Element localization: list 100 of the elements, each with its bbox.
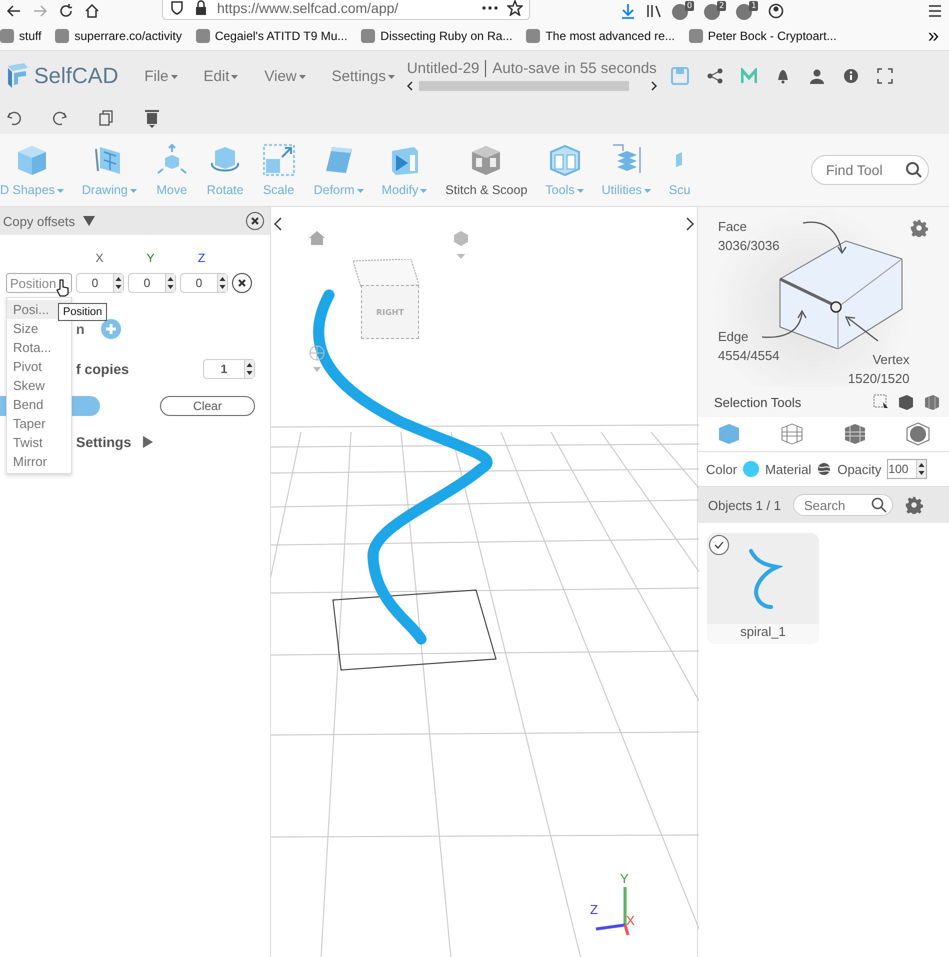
scroll-left-icon[interactable]: [406, 81, 413, 91]
settings-icon[interactable]: [910, 219, 928, 237]
stepper-icon[interactable]: [217, 274, 227, 292]
stepper-icon[interactable]: [113, 274, 123, 292]
vertex-label: Vertex: [872, 351, 910, 369]
bookmark[interactable]: Peter Bock - Cryptoart...: [688, 29, 837, 43]
fullscreen-icon[interactable]: [876, 68, 893, 84]
back-icon[interactable]: [6, 3, 22, 19]
bookmark[interactable]: The most advanced re...: [526, 29, 675, 43]
menu-item[interactable]: File: [144, 68, 178, 84]
clear-button[interactable]: Clear: [160, 396, 255, 416]
face-count: 3036/3036: [718, 237, 780, 255]
share-icon[interactable]: [706, 68, 723, 84]
extension-icon[interactable]: [672, 4, 688, 20]
object-search-field[interactable]: Search: [792, 494, 893, 516]
bookmark[interactable]: stuff: [0, 29, 42, 43]
dropdown-option[interactable]: Mirror: [7, 452, 71, 471]
opacity-field[interactable]: 100: [887, 459, 928, 479]
menu-item[interactable]: Edit: [204, 68, 238, 84]
caret-icon[interactable]: [388, 74, 395, 79]
stepper-icon[interactable]: [165, 274, 175, 292]
edge-label: Edge: [718, 328, 750, 346]
bookmarks-overflow[interactable]: »: [928, 24, 939, 48]
chevron-right-icon[interactable]: [685, 217, 695, 231]
menu-icon[interactable]: [927, 3, 943, 19]
settings-icon[interactable]: [904, 496, 923, 514]
bookmark[interactable]: Dissecting Ruby on Ra...: [361, 29, 512, 43]
offset-field[interactable]: 0: [76, 273, 124, 293]
box-select-icon[interactable]: [873, 394, 889, 410]
scrollbar-thumb[interactable]: [418, 81, 629, 91]
search-icon[interactable]: [905, 161, 923, 179]
dropdown-option[interactable]: Twist: [7, 433, 71, 452]
axis-label: Z: [590, 902, 598, 917]
undo-icon[interactable]: [6, 110, 22, 126]
info-icon[interactable]: [842, 68, 859, 84]
bookmark[interactable]: superrare.co/activity: [55, 29, 182, 43]
stepper-icon[interactable]: [244, 360, 254, 378]
stepper-icon[interactable]: [916, 460, 926, 478]
dropdown-option[interactable]: Pivot: [7, 357, 71, 376]
star-icon[interactable]: [507, 0, 523, 16]
expand-icon[interactable]: [143, 436, 154, 448]
object-card[interactable]: spiral_1: [707, 533, 819, 644]
dropdown-option[interactable]: Skew: [7, 376, 71, 395]
dropdown-option[interactable]: Taper: [7, 414, 71, 433]
home-icon[interactable]: [84, 3, 100, 19]
menu-item[interactable]: View: [264, 68, 306, 84]
copies-label: f copies: [76, 361, 129, 377]
download-icon[interactable]: [620, 3, 636, 19]
edge-count: 4554/4554: [718, 347, 780, 365]
axis-label: Z: [196, 251, 206, 265]
collapse-icon[interactable]: [83, 216, 96, 226]
bookmark[interactable]: Cegaiel's ATITD T9 Mu...: [196, 29, 348, 43]
dropdown-option[interactable]: Rota...: [7, 338, 71, 357]
search-icon[interactable]: [870, 497, 887, 513]
scroll-right-icon[interactable]: [650, 81, 657, 91]
offset-field[interactable]: 0: [128, 273, 176, 293]
extension-icon[interactable]: [704, 4, 720, 20]
add-label: n: [76, 321, 85, 337]
extension-badge: 2: [717, 1, 726, 11]
library-icon[interactable]: [646, 3, 662, 19]
object-name: spiral_1: [707, 624, 819, 644]
lock-icon[interactable]: [193, 0, 209, 16]
dropdown-option[interactable]: Size: [7, 319, 71, 338]
tooltip: Position: [58, 303, 108, 321]
cube-select-icon[interactable]: [923, 394, 941, 410]
copy-icon[interactable]: [98, 110, 114, 126]
shield-icon[interactable]: [169, 0, 185, 16]
settings-label[interactable]: Settings: [76, 434, 132, 450]
user-icon[interactable]: [808, 68, 825, 84]
spiral-model[interactable]: [313, 290, 492, 644]
caret-icon[interactable]: [170, 74, 178, 79]
extension-badge: 1: [749, 1, 758, 11]
globe-icon[interactable]: [309, 345, 325, 373]
copies-field[interactable]: 1: [203, 359, 255, 379]
url-text[interactable]: https://www.selfcad.com/app/: [217, 0, 473, 16]
material-label[interactable]: Material: [765, 462, 812, 476]
menu-item[interactable]: Settings: [332, 68, 395, 84]
document-title[interactable]: Untitled-29: [406, 60, 480, 77]
remove-icon[interactable]: [232, 273, 252, 293]
find-tool-field[interactable]: Find Tool: [811, 155, 929, 185]
caret-icon[interactable]: [231, 74, 238, 79]
extension-icon[interactable]: [736, 4, 752, 20]
caret-icon[interactable]: [298, 74, 306, 79]
chevron-left-icon[interactable]: [273, 217, 283, 231]
cube-select-icon[interactable]: [897, 394, 915, 410]
opacity-label: Opacity: [837, 462, 882, 476]
color-swatch[interactable]: [743, 461, 760, 477]
dropdown-option[interactable]: Bend: [7, 395, 71, 414]
account-icon[interactable]: [768, 3, 784, 19]
redo-icon[interactable]: [52, 110, 68, 126]
offset-field[interactable]: 0: [180, 273, 228, 293]
address-bar[interactable]: https://www.selfcad.com/app/: [162, 0, 530, 20]
material-sphere-icon[interactable]: [817, 462, 832, 476]
trash-icon[interactable]: [144, 108, 160, 128]
reload-icon[interactable]: [58, 3, 74, 19]
check-icon[interactable]: [709, 535, 729, 555]
xray-mode-icon[interactable]: [904, 420, 932, 448]
close-icon[interactable]: [246, 212, 264, 230]
selection-tools-label: Selection Tools: [714, 394, 802, 410]
selfcad-logo[interactable]: SelfCAD: [4, 62, 118, 90]
